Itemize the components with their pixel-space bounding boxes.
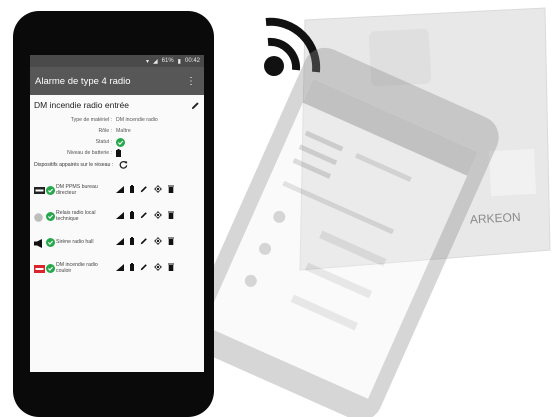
paired-device-name: DM PPMS bureau directeur xyxy=(56,184,98,196)
field-label: Rôle : xyxy=(98,128,112,134)
paired-device-row[interactable]: Sirène radio hall xyxy=(34,229,200,255)
battery-icon xyxy=(130,263,134,273)
battery-icon xyxy=(130,185,134,195)
signal-strength-icon xyxy=(116,263,124,273)
status-ok-icon xyxy=(46,211,55,221)
more-vert-icon[interactable]: ⋮ xyxy=(186,76,196,87)
relay-icon xyxy=(34,212,45,222)
status-ok-icon xyxy=(116,137,125,147)
status-ok-icon xyxy=(46,185,55,195)
field-type: Type de matériel : DM incendie radio xyxy=(34,116,200,124)
delete-icon[interactable] xyxy=(168,211,174,221)
locate-icon[interactable] xyxy=(154,237,162,247)
paired-device-name: Relais radio local technique xyxy=(56,210,96,222)
paired-device-row[interactable]: DM incendie radio couloir xyxy=(34,255,200,281)
locate-icon[interactable] xyxy=(154,211,162,221)
device-detail: DM incendie radio entrée Type de matérie… xyxy=(30,95,204,284)
arkeon-label: ARKEON xyxy=(470,210,521,227)
pencil-icon[interactable] xyxy=(140,263,148,273)
paired-device-name: DM incendie radio couloir xyxy=(56,262,98,274)
paired-device-row[interactable]: DM PPMS bureau directeur xyxy=(34,177,200,203)
status-ok-icon xyxy=(46,237,55,247)
field-status: Statut : xyxy=(34,137,200,147)
field-label: Type de matériel : xyxy=(70,117,112,123)
wifi-status-icon: ▾ xyxy=(146,58,150,65)
app-screen: ▾ ◢ 61% ▮ 00:42 Alarme de type 4 radio ⋮… xyxy=(30,55,204,372)
battery-icon xyxy=(130,211,134,221)
clock: 00:42 xyxy=(184,58,200,64)
app-title: Alarme de type 4 radio xyxy=(35,75,131,87)
delete-icon[interactable] xyxy=(168,185,174,195)
paired-device-name: Sirène radio hall xyxy=(56,239,94,245)
signal-strength-icon xyxy=(116,237,124,247)
signal-strength-icon xyxy=(116,211,124,221)
delete-icon[interactable] xyxy=(168,237,174,247)
battery-level: 61% xyxy=(161,58,174,64)
siren-icon xyxy=(34,238,45,248)
status-bar: ▾ ◢ 61% ▮ 00:42 xyxy=(30,55,204,67)
delete-icon[interactable] xyxy=(168,263,174,273)
battery-icon: ▮ xyxy=(177,58,181,65)
pencil-icon[interactable] xyxy=(140,237,148,247)
locate-icon[interactable] xyxy=(154,263,162,273)
refresh-icon[interactable] xyxy=(119,160,128,169)
field-role: Rôle : Maître xyxy=(34,127,200,135)
ppms-box-icon xyxy=(34,186,45,194)
signal-strength-icon xyxy=(116,185,124,195)
paired-devices-header: Dispositifs appairés sur le réseau : xyxy=(34,160,200,169)
device-title: DM incendie radio entrée xyxy=(34,100,129,110)
locate-icon[interactable] xyxy=(154,185,162,195)
fire-callpoint-icon xyxy=(34,264,45,273)
field-label: Niveau de batterie : xyxy=(67,150,112,156)
pencil-icon[interactable] xyxy=(140,185,148,195)
field-value: DM incendie radio xyxy=(116,117,158,123)
paired-label: Dispositifs appairés sur le réseau : xyxy=(34,161,114,168)
app-bar: Alarme de type 4 radio ⋮ xyxy=(30,67,204,95)
pencil-icon[interactable] xyxy=(191,101,200,110)
battery-full-icon xyxy=(116,149,121,157)
battery-icon xyxy=(130,237,134,247)
pencil-icon[interactable] xyxy=(140,211,148,221)
status-ok-icon xyxy=(46,263,55,273)
signal-icon: ◢ xyxy=(153,58,158,65)
paired-device-row[interactable]: Relais radio local technique xyxy=(34,203,200,229)
field-value: Maître xyxy=(116,128,131,134)
field-label: Statut : xyxy=(95,139,112,145)
field-battery: Niveau de batterie : xyxy=(34,149,200,157)
